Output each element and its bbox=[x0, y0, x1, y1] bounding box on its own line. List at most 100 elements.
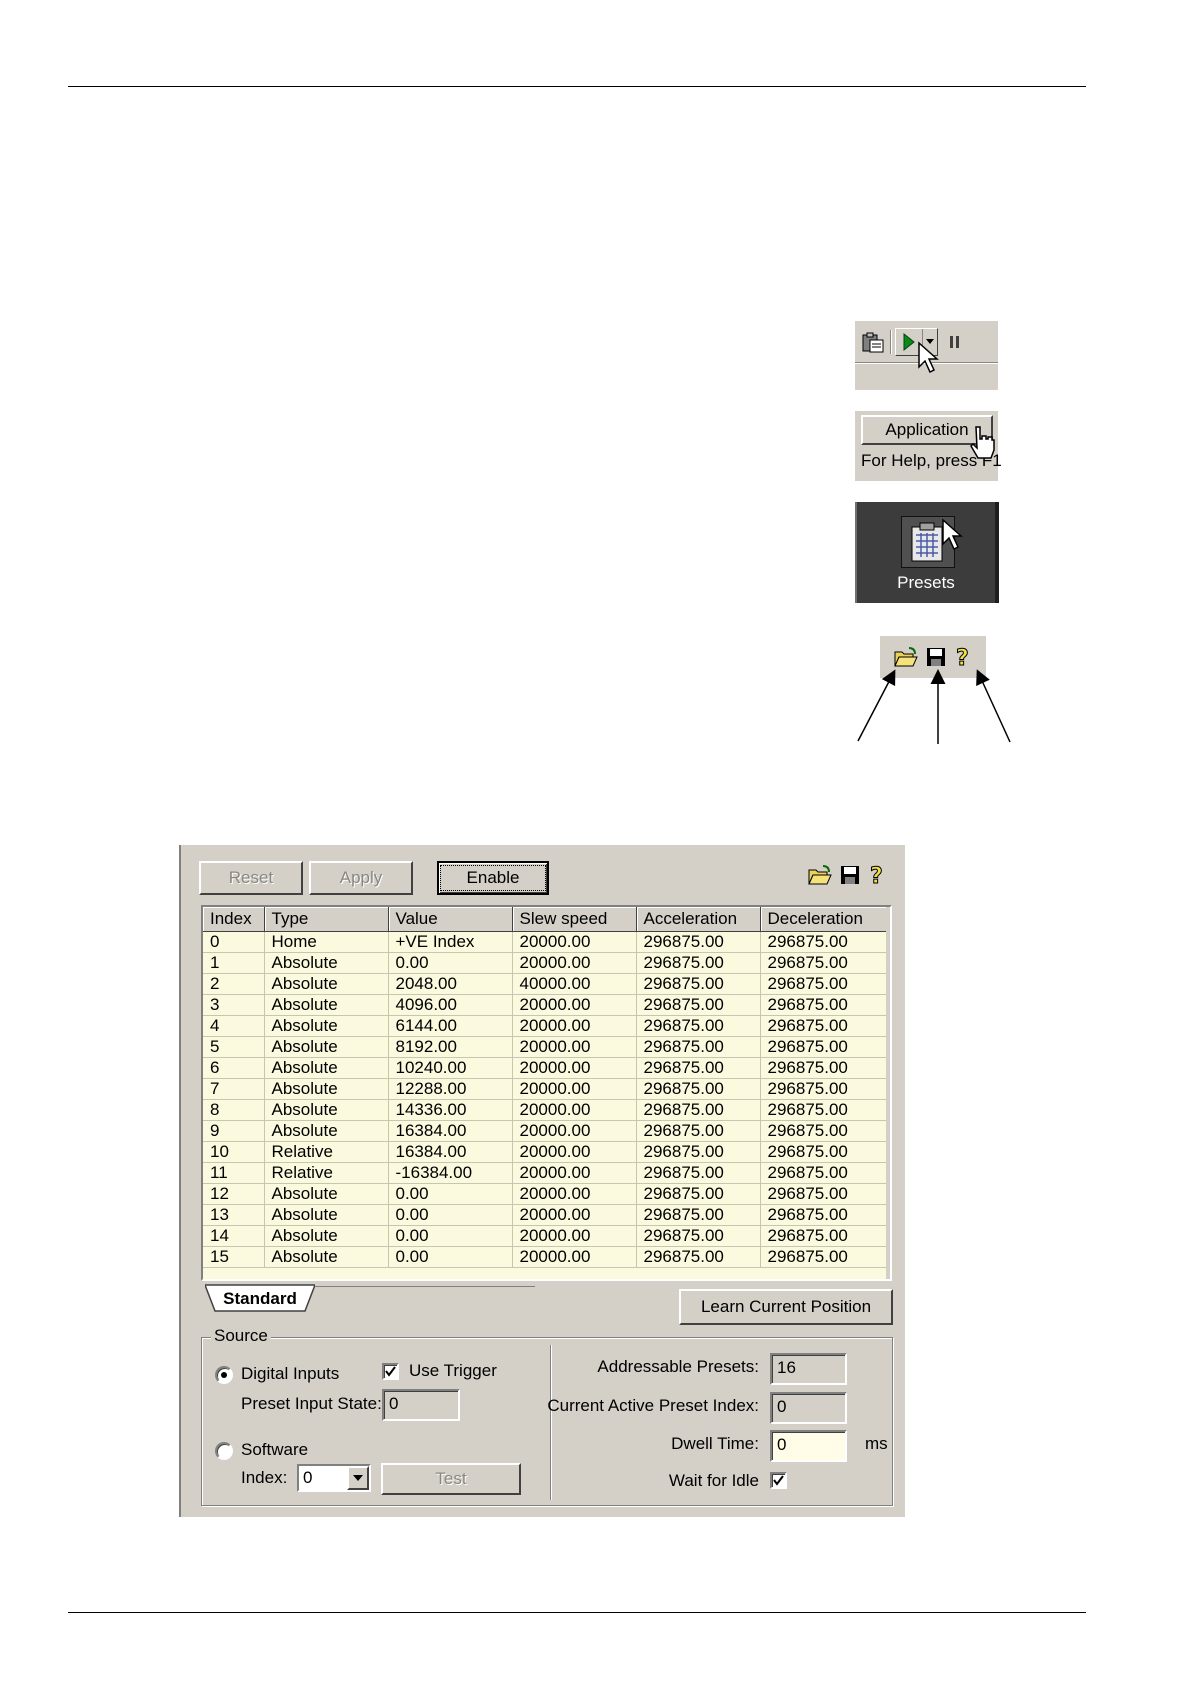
table-cell[interactable]: 296875.00 bbox=[760, 931, 890, 953]
table-cell[interactable]: 296875.00 bbox=[760, 1162, 890, 1184]
table-row[interactable]: 7 Absolute 12288.00 20000.00 296875.00 296875… bbox=[203, 1078, 890, 1100]
clipboard-icon[interactable] bbox=[859, 329, 887, 355]
table-cell[interactable]: 40000.00 bbox=[512, 973, 637, 995]
table-cell[interactable]: 0.00 bbox=[388, 1246, 513, 1268]
table-cell[interactable]: 296875.00 bbox=[636, 973, 761, 995]
table-cell[interactable]: 2 bbox=[203, 973, 265, 995]
table-cell[interactable]: 20000.00 bbox=[512, 994, 637, 1016]
table-cell[interactable]: 14336.00 bbox=[388, 1099, 513, 1121]
table-cell[interactable]: 15 bbox=[203, 1246, 265, 1268]
table-cell[interactable]: 296875.00 bbox=[636, 1141, 761, 1163]
table-cell[interactable]: 1 bbox=[203, 952, 265, 974]
table-cell[interactable]: Home bbox=[264, 931, 389, 953]
table-cell[interactable]: 0 bbox=[203, 931, 265, 953]
wait-for-idle-checkbox[interactable] bbox=[770, 1472, 787, 1489]
table-cell[interactable]: 20000.00 bbox=[512, 1120, 637, 1142]
table-cell[interactable]: 0.00 bbox=[388, 1183, 513, 1205]
table-row[interactable]: 5 Absolute 8192.00 20000.00 296875.00 296875.… bbox=[203, 1036, 890, 1058]
dwell-time-input[interactable]: 0 bbox=[770, 1430, 847, 1462]
table-cell[interactable]: 13 bbox=[203, 1204, 265, 1226]
table-cell[interactable]: 20000.00 bbox=[512, 1225, 637, 1247]
table-row[interactable]: 10 Relative 16384.00 20000.00 296875.00 29687… bbox=[203, 1141, 890, 1163]
help-icon[interactable]: ? bbox=[867, 863, 887, 888]
table-cell[interactable]: 296875.00 bbox=[760, 1015, 890, 1037]
table-cell[interactable]: 12288.00 bbox=[388, 1078, 513, 1100]
test-button[interactable]: Test bbox=[381, 1463, 521, 1495]
table-cell[interactable]: Relative bbox=[264, 1162, 389, 1184]
table-row[interactable]: 12 Absolute 0.00 20000.00 296875.00 296875.00 bbox=[203, 1183, 890, 1205]
column-header[interactable]: Acceleration bbox=[636, 907, 761, 932]
table-cell[interactable]: Absolute bbox=[264, 1099, 389, 1121]
column-header[interactable]: Slew speed bbox=[512, 907, 637, 932]
table-cell[interactable]: Relative bbox=[264, 1141, 389, 1163]
table-cell[interactable]: +VE Index bbox=[388, 931, 513, 953]
presets-table[interactable]: Index Type Value Slew speed Acceleration Dece… bbox=[201, 905, 892, 1281]
table-row[interactable]: 13 Absolute 0.00 20000.00 296875.00 296875.00 bbox=[203, 1204, 890, 1226]
table-cell[interactable]: 0.00 bbox=[388, 1204, 513, 1226]
table-cell[interactable]: 20000.00 bbox=[512, 1078, 637, 1100]
table-cell[interactable]: 20000.00 bbox=[512, 1057, 637, 1079]
table-row[interactable]: 3 Absolute 4096.00 20000.00 296875.00 296875.… bbox=[203, 994, 890, 1016]
table-cell[interactable]: 296875.00 bbox=[636, 1036, 761, 1058]
table-cell[interactable]: 296875.00 bbox=[760, 1141, 890, 1163]
table-cell[interactable]: 8 bbox=[203, 1099, 265, 1121]
table-row[interactable]: 2 Absolute 2048.00 40000.00 296875.00 296875.… bbox=[203, 973, 890, 995]
table-row[interactable]: 6 Absolute 10240.00 20000.00 296875.00 296875… bbox=[203, 1057, 890, 1079]
chevron-down-icon[interactable] bbox=[347, 1466, 369, 1490]
column-header[interactable]: Value bbox=[388, 907, 513, 932]
table-cell[interactable]: 296875.00 bbox=[636, 1183, 761, 1205]
table-cell[interactable]: Absolute bbox=[264, 1057, 389, 1079]
table-cell[interactable]: 20000.00 bbox=[512, 1015, 637, 1037]
table-cell[interactable]: 296875.00 bbox=[760, 1183, 890, 1205]
table-cell[interactable]: 296875.00 bbox=[636, 1057, 761, 1079]
table-cell[interactable]: 0.00 bbox=[388, 952, 513, 974]
table-cell[interactable]: 296875.00 bbox=[760, 1246, 890, 1268]
table-row[interactable]: 4 Absolute 6144.00 20000.00 296875.00 296875.… bbox=[203, 1015, 890, 1037]
table-cell[interactable]: 296875.00 bbox=[760, 994, 890, 1016]
table-cell[interactable]: 296875.00 bbox=[760, 973, 890, 995]
open-folder-icon[interactable] bbox=[807, 864, 833, 886]
table-cell[interactable]: 5 bbox=[203, 1036, 265, 1058]
table-cell[interactable]: Absolute bbox=[264, 1225, 389, 1247]
table-cell[interactable]: 296875.00 bbox=[636, 1162, 761, 1184]
table-cell[interactable]: 296875.00 bbox=[760, 1225, 890, 1247]
table-cell[interactable]: 14 bbox=[203, 1225, 265, 1247]
column-header[interactable]: Index bbox=[203, 907, 265, 932]
table-cell[interactable]: 20000.00 bbox=[512, 1141, 637, 1163]
table-row[interactable]: 14 Absolute 0.00 20000.00 296875.00 296875.00 bbox=[203, 1225, 890, 1247]
table-row[interactable]: 1 Absolute 0.00 20000.00 296875.00 296875.00 bbox=[203, 952, 890, 974]
table-cell[interactable]: 16384.00 bbox=[388, 1141, 513, 1163]
table-cell[interactable]: 12 bbox=[203, 1183, 265, 1205]
table-cell[interactable]: 20000.00 bbox=[512, 1183, 637, 1205]
table-cell[interactable]: Absolute bbox=[264, 1036, 389, 1058]
table-cell[interactable]: 296875.00 bbox=[636, 1225, 761, 1247]
table-cell[interactable]: 296875.00 bbox=[636, 1204, 761, 1226]
column-header[interactable]: Type bbox=[264, 907, 389, 932]
table-row[interactable]: 8 Absolute 14336.00 20000.00 296875.00 296875… bbox=[203, 1099, 890, 1121]
table-cell[interactable]: 296875.00 bbox=[636, 931, 761, 953]
presets-launcher-snippet[interactable]: Presets bbox=[855, 502, 999, 603]
table-cell[interactable]: 11 bbox=[203, 1162, 265, 1184]
table-cell[interactable]: 8192.00 bbox=[388, 1036, 513, 1058]
table-cell[interactable]: Absolute bbox=[264, 1120, 389, 1142]
table-cell[interactable]: 20000.00 bbox=[512, 952, 637, 974]
enable-button[interactable]: Enable bbox=[437, 861, 549, 895]
table-cell[interactable]: 296875.00 bbox=[636, 1015, 761, 1037]
table-cell[interactable]: 10240.00 bbox=[388, 1057, 513, 1079]
table-cell[interactable]: 3 bbox=[203, 994, 265, 1016]
apply-button[interactable]: Apply bbox=[309, 861, 413, 895]
table-cell[interactable]: 296875.00 bbox=[636, 1246, 761, 1268]
table-row[interactable]: 11 Relative -16384.00 20000.00 296875.00 2968… bbox=[203, 1162, 890, 1184]
table-cell[interactable]: 20000.00 bbox=[512, 931, 637, 953]
table-cell[interactable]: -16384.00 bbox=[388, 1162, 513, 1184]
table-cell[interactable]: 4096.00 bbox=[388, 994, 513, 1016]
table-cell[interactable]: 296875.00 bbox=[636, 1078, 761, 1100]
table-cell[interactable]: 10 bbox=[203, 1141, 265, 1163]
table-cell[interactable]: 20000.00 bbox=[512, 1036, 637, 1058]
table-cell[interactable]: Absolute bbox=[264, 994, 389, 1016]
table-cell[interactable]: 6144.00 bbox=[388, 1015, 513, 1037]
index-select[interactable]: 0 bbox=[297, 1464, 371, 1492]
table-cell[interactable]: 4 bbox=[203, 1015, 265, 1037]
use-trigger-checkbox[interactable] bbox=[382, 1363, 399, 1380]
reset-button[interactable]: Reset bbox=[199, 861, 303, 895]
